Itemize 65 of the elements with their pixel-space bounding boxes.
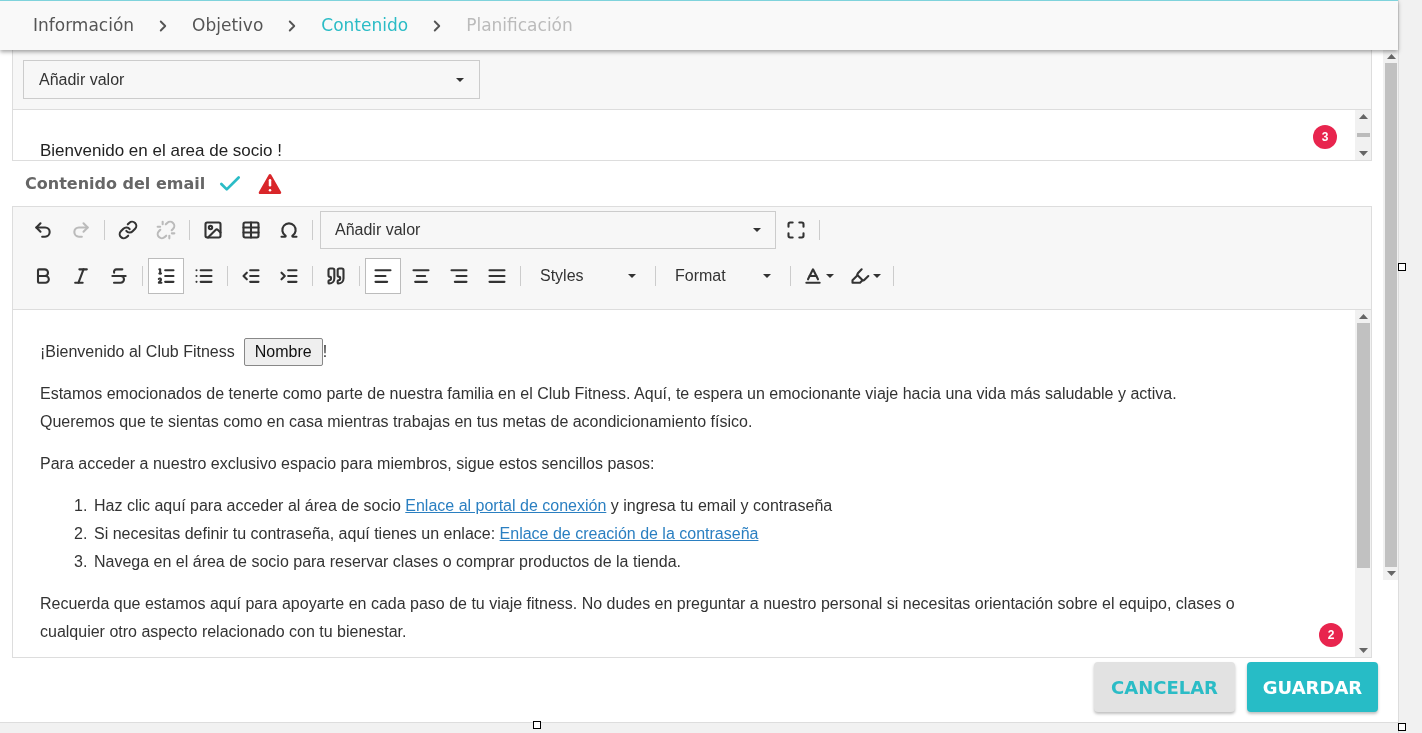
scroll-down-icon[interactable] <box>1386 571 1396 576</box>
dropdown[interactable]: Añadir valor <box>23 60 480 99</box>
list-item-text: Si necesitas definir tu contraseña, aquí tienes un enlace: Enlace de creación de la contraseña <box>94 524 759 544</box>
numbered-list-icon <box>156 266 176 286</box>
dropdown[interactable]: Format <box>661 257 785 295</box>
resize-handle-icon[interactable] <box>533 721 541 729</box>
caret-icon <box>826 274 834 278</box>
highlight-icon <box>850 266 870 286</box>
greeting-text: ¡Bienvenido al Club Fitness <box>40 342 235 362</box>
count-badge: 3 <box>1313 125 1337 149</box>
caret-icon <box>456 77 464 82</box>
list-item-text: Navega en el área de socio para reservar clases o comprar productos de la tienda. <box>94 552 681 572</box>
redo-icon <box>71 220 91 240</box>
text-color-icon <box>803 266 823 286</box>
subject-text: Bienvenido en el area de socio ! <box>40 141 282 160</box>
scroll-up-icon[interactable] <box>1358 314 1368 319</box>
scroll-up-icon[interactable] <box>1386 54 1396 59</box>
quote-icon <box>326 266 346 286</box>
resize-handle-icon[interactable] <box>1398 263 1406 271</box>
paragraph: Estamos emocionados de tenerte como parte de nuestra familia en el Club Fitness. Aquí, te espera un emocionante viaje hacia una vida más saludable y activa. Queremos que te sientas como en casa mientras trabajas en tus metas de acondicionamiento físico. <box>40 384 1178 432</box>
list-number: 3. <box>74 552 89 572</box>
breadcrumb-step[interactable]: Objetivo <box>192 12 264 39</box>
text-link[interactable]: Enlace al portal de conexión <box>405 497 607 514</box>
undo-icon <box>33 220 53 240</box>
list-item-text: Haz clic aquí para acceder al área de socio Enlace al portal de conexión y ingresa tu email y contraseña <box>94 496 833 516</box>
align-justify-icon <box>487 266 507 286</box>
toolbar-button[interactable] <box>148 258 184 294</box>
maximize-icon <box>786 220 806 240</box>
resize-handle-icon[interactable] <box>1398 723 1406 731</box>
placeholder-token[interactable]: Nombre <box>243 338 323 366</box>
align-right-icon <box>449 266 469 286</box>
italic-icon <box>71 266 91 286</box>
link-icon <box>118 220 138 240</box>
greeting-text: ! <box>322 342 328 362</box>
outdent-icon <box>241 266 261 286</box>
list-number: 2. <box>74 524 89 544</box>
bullet-list-icon <box>194 266 214 286</box>
scroll-up-icon[interactable] <box>1358 114 1368 119</box>
align-center-icon <box>411 266 431 286</box>
dropdown[interactable]: Styles <box>526 257 650 295</box>
text-link[interactable]: Enlace de creación de la contraseña <box>499 525 759 542</box>
paragraph: Para acceder a nuestro exclusivo espacio para miembros, sigue estos sencillos pasos: <box>40 454 656 474</box>
align-left-icon <box>373 266 393 286</box>
section-label: Contenido del email <box>25 172 206 195</box>
scrollbar[interactable] <box>1383 50 1399 580</box>
paragraph: Recuerda que estamos aquí para apoyarte en cada paso de tu viaje fitness. No dudes en preguntar a nuestro personal si necesitas orientación sobre el equipo, clases o cualquier otro aspecto relacionado con tu bienestar. <box>40 594 1236 642</box>
scroll-down-icon[interactable] <box>1358 151 1368 156</box>
list-number: 1. <box>74 496 89 516</box>
table-icon <box>241 220 261 240</box>
image-icon <box>203 220 223 240</box>
caret-icon <box>873 274 881 278</box>
scrollbar[interactable] <box>1355 310 1371 657</box>
caret-icon <box>763 274 771 278</box>
count-badge: 2 <box>1319 623 1343 647</box>
toolbar-button[interactable] <box>365 258 401 294</box>
caret-icon <box>753 228 761 232</box>
unlink-icon <box>156 220 176 240</box>
omega-icon <box>279 220 299 240</box>
breadcrumb-step[interactable]: Información <box>33 12 135 39</box>
scrollbar[interactable] <box>1355 110 1371 160</box>
dropdown[interactable]: Añadir valor <box>320 211 776 249</box>
caret-icon <box>628 274 636 278</box>
indent-icon <box>279 266 299 286</box>
scroll-down-icon[interactable] <box>1358 648 1368 653</box>
strikethrough-icon <box>109 266 129 286</box>
